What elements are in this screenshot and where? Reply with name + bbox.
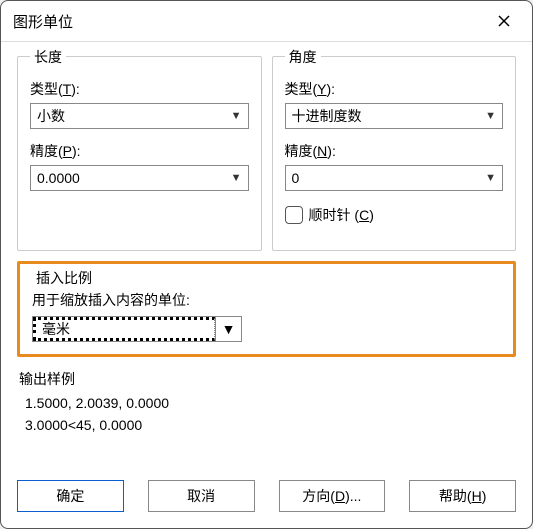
clockwise-label: 顺时针 (C) bbox=[309, 205, 374, 225]
sample-line-1: 1.5000, 2.0039, 0.0000 bbox=[25, 395, 514, 411]
direction-button[interactable]: 方向(D)... bbox=[279, 480, 386, 512]
ok-button[interactable]: 确定 bbox=[17, 480, 124, 512]
dialog-content: 长度 类型(T): 小数 ▼ 精度(P): 0.0000 ▼ 角度 bbox=[1, 42, 532, 474]
sample-group-title: 输出样例 bbox=[19, 369, 514, 389]
chevron-down-icon: ▼ bbox=[222, 321, 236, 337]
angle-type-value: 十进制度数 bbox=[292, 106, 362, 126]
help-button[interactable]: 帮助(H) bbox=[409, 480, 516, 512]
angle-group: 角度 类型(Y): 十进制度数 ▼ 精度(N): 0 ▼ bbox=[272, 56, 517, 251]
cancel-button[interactable]: 取消 bbox=[148, 480, 255, 512]
length-precision-label: 精度(P): bbox=[30, 141, 249, 161]
insert-scale-group: 插入比例 用于缩放插入内容的单位: 毫米 ▼ bbox=[17, 261, 516, 357]
dialog-window: 图形单位 长度 类型(T): 小数 ▼ 精度(P): 0.0 bbox=[0, 0, 533, 529]
length-type-value: 小数 bbox=[37, 106, 65, 126]
angle-precision-value: 0 bbox=[292, 170, 300, 186]
insert-group-title: 插入比例 bbox=[32, 268, 96, 288]
angle-type-select[interactable]: 十进制度数 ▼ bbox=[285, 103, 504, 129]
insert-desc: 用于缩放插入内容的单位: bbox=[32, 290, 501, 310]
angle-type-label: 类型(Y): bbox=[285, 79, 504, 99]
length-precision-select[interactable]: 0.0000 ▼ bbox=[30, 165, 249, 191]
length-type-label: 类型(T): bbox=[30, 79, 249, 99]
chevron-down-icon: ▼ bbox=[485, 172, 496, 184]
chevron-down-icon: ▼ bbox=[231, 172, 242, 184]
window-title: 图形单位 bbox=[13, 11, 73, 32]
close-icon bbox=[498, 15, 510, 27]
length-type-select[interactable]: 小数 ▼ bbox=[30, 103, 249, 129]
angle-group-title: 角度 bbox=[285, 47, 321, 67]
angle-precision-select[interactable]: 0 ▼ bbox=[285, 165, 504, 191]
sample-group: 输出样例 1.5000, 2.0039, 0.0000 3.0000<45, 0… bbox=[17, 369, 516, 433]
clockwise-checkbox[interactable] bbox=[285, 206, 303, 224]
sample-line-2: 3.0000<45, 0.0000 bbox=[25, 417, 514, 433]
titlebar: 图形单位 bbox=[1, 1, 532, 42]
top-row: 长度 类型(T): 小数 ▼ 精度(P): 0.0000 ▼ 角度 bbox=[17, 56, 516, 251]
length-precision-value: 0.0000 bbox=[37, 170, 80, 186]
angle-precision-label: 精度(N): bbox=[285, 141, 504, 161]
length-group: 长度 类型(T): 小数 ▼ 精度(P): 0.0000 ▼ bbox=[17, 56, 262, 251]
clockwise-row: 顺时针 (C) bbox=[285, 205, 504, 225]
chevron-down-icon: ▼ bbox=[231, 110, 242, 122]
insert-units-select[interactable]: 毫米 ▼ bbox=[32, 316, 242, 342]
close-button[interactable] bbox=[488, 9, 520, 33]
length-group-title: 长度 bbox=[30, 47, 66, 67]
button-row: 确定 取消 方向(D)... 帮助(H) bbox=[1, 474, 532, 528]
insert-units-value: 毫米 bbox=[42, 319, 70, 339]
chevron-down-icon: ▼ bbox=[485, 110, 496, 122]
